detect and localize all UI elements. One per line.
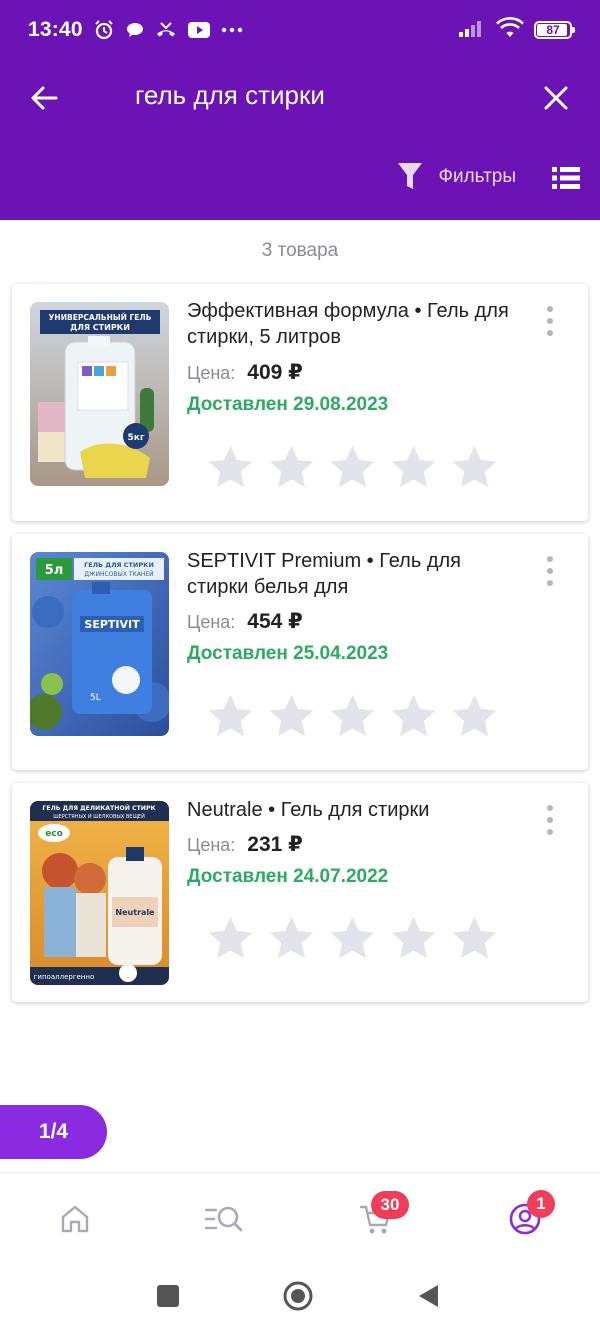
system-navigation-bar xyxy=(0,1260,600,1332)
list-view-icon xyxy=(552,167,580,189)
star-icon[interactable] xyxy=(450,915,499,961)
svg-text:ГЕЛЬ ДЛЯ СТИРКИ: ГЕЛЬ ДЛЯ СТИРКИ xyxy=(84,561,154,569)
star-icon[interactable] xyxy=(206,693,255,739)
svg-text:ДЖИНСОВЫХ ТКАНЕЙ: ДЖИНСОВЫХ ТКАНЕЙ xyxy=(84,571,153,578)
filter-icon xyxy=(397,163,422,189)
product-title[interactable]: SEPTIVIT Premium • Гель для стирки белья… xyxy=(187,548,527,600)
nav-home[interactable] xyxy=(55,1201,95,1237)
catalog-search-icon xyxy=(204,1206,243,1232)
square-icon xyxy=(157,1285,179,1307)
star-icon[interactable] xyxy=(389,915,438,961)
profile-badge: 1 xyxy=(527,1190,555,1218)
svg-text:eco: eco xyxy=(45,829,63,839)
product-image[interactable]: ГЕЛЬ ДЛЯ ДЕЛИКАТНОЙ СТИРК ШЕРСТЯНЫХ И ШЕ… xyxy=(30,801,169,985)
search-header: гель для стирки Фильтры xyxy=(0,60,600,220)
svg-text:ГЕЛЬ ДЛЯ ДЕЛИКАТНОЙ СТИРК: ГЕЛЬ ДЛЯ ДЕЛИКАТНОЙ СТИРК xyxy=(42,803,155,812)
notification-icons xyxy=(93,19,243,41)
recent-apps-button[interactable] xyxy=(152,1280,184,1312)
cart-badge: 30 xyxy=(371,1191,409,1219)
chat-bubble-icon xyxy=(125,20,145,40)
battery-level-text: 87 xyxy=(546,23,560,37)
price-value: 454 ₽ xyxy=(247,610,303,633)
svg-text:гипоаллергенно: гипоаллергенно xyxy=(34,973,95,981)
product-title[interactable]: Neutrale • Гель для стирки xyxy=(187,797,527,823)
rating-stars[interactable] xyxy=(206,915,499,961)
more-options-button[interactable] xyxy=(538,556,562,586)
more-notifications-icon xyxy=(221,27,243,33)
filters-button[interactable]: Фильтры xyxy=(397,162,516,192)
star-icon[interactable] xyxy=(328,915,377,961)
more-options-button[interactable] xyxy=(538,306,562,336)
svg-text:5L: 5L xyxy=(90,693,101,703)
clear-search-button[interactable] xyxy=(536,78,576,118)
nav-catalog-search[interactable] xyxy=(204,1201,244,1237)
circle-home-icon xyxy=(283,1281,313,1311)
star-icon[interactable] xyxy=(328,444,377,490)
svg-text:ШЕРСТЯНЫХ И ШЕЛКОВЫХ ВЕЩЕЙ: ШЕРСТЯНЫХ И ШЕЛКОВЫХ ВЕЩЕЙ xyxy=(53,813,145,820)
star-icon[interactable] xyxy=(450,444,499,490)
triangle-back-icon xyxy=(419,1285,438,1307)
filters-label: Фильтры xyxy=(438,166,516,187)
search-query[interactable]: гель для стирки xyxy=(135,80,325,111)
rating-stars[interactable] xyxy=(206,444,499,490)
product-card[interactable]: ГЕЛЬ ДЛЯ ДЕЛИКАТНОЙ СТИРК ШЕРСТЯНЫХ И ШЕ… xyxy=(12,783,588,1002)
bottom-navigation: 30 1 xyxy=(0,1172,600,1260)
price-row: Цена: 409 ₽ xyxy=(187,360,303,385)
home-system-button[interactable] xyxy=(282,1280,314,1312)
close-icon xyxy=(544,86,568,110)
more-options-button[interactable] xyxy=(538,805,562,835)
svg-text:ДЛЯ СТИРКИ: ДЛЯ СТИРКИ xyxy=(70,323,130,332)
home-icon xyxy=(61,1205,89,1233)
star-icon[interactable] xyxy=(389,444,438,490)
youtube-icon xyxy=(187,21,211,39)
page-indicator[interactable]: 1/4 xyxy=(0,1105,107,1159)
product-card[interactable]: УНИВЕРСАЛЬНЫЙ ГЕЛЬ ДЛЯ СТИРКИ 5кг Эффект… xyxy=(12,284,588,521)
back-system-button[interactable] xyxy=(412,1280,444,1312)
price-label: Цена: xyxy=(187,612,236,632)
product-image[interactable]: УНИВЕРСАЛЬНЫЙ ГЕЛЬ ДЛЯ СТИРКИ 5кг xyxy=(30,302,169,486)
delivery-status: Доставлен 29.08.2023 xyxy=(187,394,389,415)
missed-call-icon xyxy=(155,20,177,40)
delivery-status: Доставлен 24.07.2022 xyxy=(187,866,389,887)
price-label: Цена: xyxy=(187,835,236,855)
price-label: Цена: xyxy=(187,363,236,383)
rating-stars[interactable] xyxy=(206,693,499,739)
svg-text:УНИВЕРСАЛЬНЫЙ ГЕЛЬ: УНИВЕРСАЛЬНЫЙ ГЕЛЬ xyxy=(49,313,152,322)
svg-text:SEPTIVIT: SEPTIVIT xyxy=(84,618,140,631)
star-icon[interactable] xyxy=(328,693,377,739)
price-value: 409 ₽ xyxy=(247,361,303,384)
svg-text:Neutrale: Neutrale xyxy=(115,908,155,917)
list-view-button[interactable] xyxy=(552,166,580,190)
svg-text:5кг: 5кг xyxy=(127,433,144,443)
battery-indicator: 87 xyxy=(534,21,575,39)
star-icon[interactable] xyxy=(267,444,316,490)
arrow-left-icon xyxy=(31,86,58,110)
delivery-status: Доставлен 25.04.2023 xyxy=(187,643,389,664)
alarm-icon xyxy=(93,19,115,41)
product-title[interactable]: Эффективная формула • Гель для стирки, 5… xyxy=(187,298,527,350)
star-icon[interactable] xyxy=(206,444,255,490)
back-button[interactable] xyxy=(24,78,64,118)
signal-icon xyxy=(458,18,486,43)
product-card[interactable]: 5л ГЕЛЬ ДЛЯ СТИРКИ ДЖИНСОВЫХ ТКАНЕЙ SEPT… xyxy=(12,534,588,770)
star-icon[interactable] xyxy=(267,693,316,739)
status-bar: 13:40 87 xyxy=(0,0,600,60)
price-row: Цена: 231 ₽ xyxy=(187,832,303,857)
price-row: Цена: 454 ₽ xyxy=(187,609,303,634)
svg-text:5л: 5л xyxy=(45,563,64,578)
wifi-icon xyxy=(496,16,524,44)
status-time: 13:40 xyxy=(28,18,83,41)
star-icon[interactable] xyxy=(206,915,255,961)
price-value: 231 ₽ xyxy=(247,833,303,856)
star-icon[interactable] xyxy=(267,915,316,961)
results-count: 3 товара xyxy=(261,240,339,261)
star-icon[interactable] xyxy=(389,693,438,739)
product-image[interactable]: 5л ГЕЛЬ ДЛЯ СТИРКИ ДЖИНСОВЫХ ТКАНЕЙ SEPT… xyxy=(30,552,169,736)
star-icon[interactable] xyxy=(450,693,499,739)
